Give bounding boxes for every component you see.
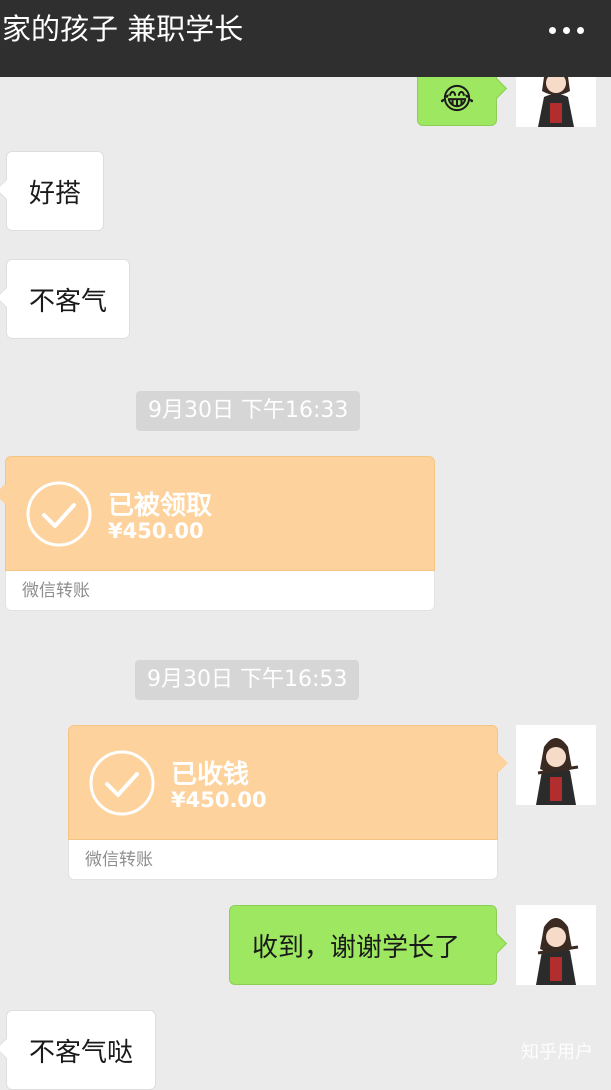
transfer-amount: ¥450.00 bbox=[108, 519, 204, 543]
transfer-status: 已被领取 bbox=[108, 491, 213, 521]
message-bubble-outgoing[interactable]: 收到，谢谢学长了 bbox=[229, 905, 497, 985]
transfer-status: 已收钱 bbox=[171, 760, 250, 790]
transfer-card-body: 已被领取 ¥450.00 bbox=[5, 456, 435, 571]
checkmark-circle-icon bbox=[89, 750, 155, 816]
watermark: 知乎用户 bbox=[521, 1042, 593, 1063]
message-timestamp: 9月30日 下午16:53 bbox=[135, 660, 360, 700]
wechat-transfer-card-sent[interactable]: 已收钱 ¥450.00 微信转账 bbox=[68, 725, 498, 880]
transfer-label: 微信转账 bbox=[68, 840, 498, 880]
avatar-self[interactable] bbox=[516, 905, 596, 985]
chat-title: 家的孩子 兼职学长 bbox=[2, 12, 244, 46]
message-bubble-incoming[interactable]: 不客气 bbox=[6, 259, 131, 339]
message-timestamp: 9月30日 下午16:33 bbox=[136, 391, 361, 431]
transfer-amount: ¥450.00 bbox=[171, 788, 267, 812]
avatar-self[interactable] bbox=[516, 725, 596, 805]
transfer-label: 微信转账 bbox=[5, 571, 435, 611]
message-bubble-incoming[interactable]: 不客气哒 bbox=[6, 1010, 157, 1090]
checkmark-circle-icon bbox=[26, 481, 92, 547]
message-bubble-incoming[interactable]: 好搭 bbox=[6, 151, 105, 231]
wechat-transfer-card-received[interactable]: 已被领取 ¥450.00 微信转账 bbox=[5, 456, 435, 611]
message-text: 不客气 bbox=[29, 286, 108, 317]
message-text: 收到，谢谢学长了 bbox=[252, 932, 461, 963]
chat-header: 家的孩子 兼职学长 bbox=[0, 0, 611, 77]
message-text: 不客气哒 bbox=[29, 1037, 134, 1068]
transfer-card-body: 已收钱 ¥450.00 bbox=[68, 725, 498, 840]
more-dots-icon[interactable] bbox=[541, 20, 591, 40]
tears-of-joy-emoji-icon: 😂 bbox=[439, 81, 475, 117]
message-text: 好搭 bbox=[29, 178, 82, 209]
